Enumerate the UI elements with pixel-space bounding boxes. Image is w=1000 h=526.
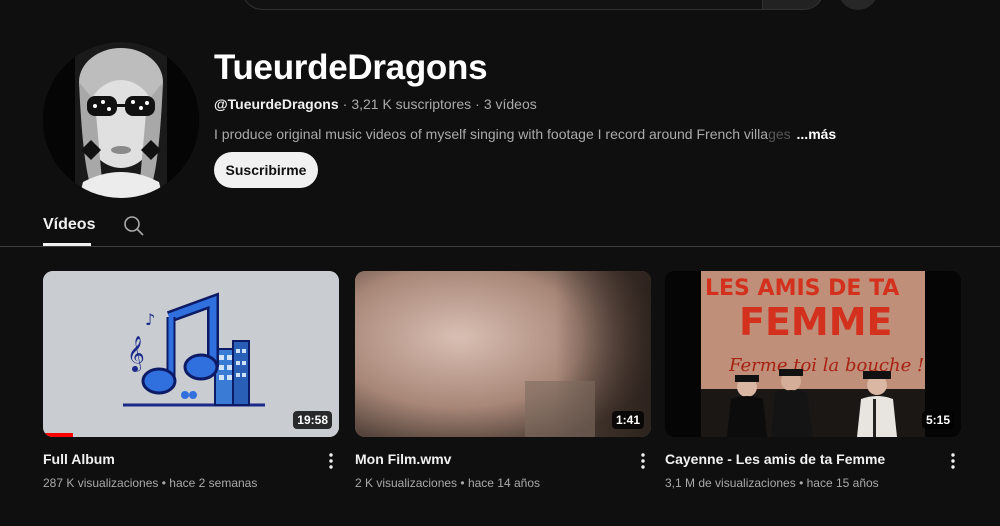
video-thumbnail[interactable]: LES AMIS DE TA FEMME Ferme toi la bouche… xyxy=(665,271,961,437)
description-fade: ges xyxy=(768,126,791,142)
meta-separator: • xyxy=(161,476,166,490)
more-vert-icon[interactable] xyxy=(635,451,651,471)
search-input[interactable] xyxy=(242,0,762,10)
video-card[interactable]: 1:41 Mon Film.wmv 2 K visualizaciones • … xyxy=(355,271,651,490)
band-photo-thumbnail: LES AMIS DE TA FEMME Ferme toi la bouche… xyxy=(665,271,961,437)
video-title[interactable]: Mon Film.wmv xyxy=(355,451,451,467)
video-card[interactable]: LES AMIS DE TA FEMME Ferme toi la bouche… xyxy=(665,271,961,490)
channel-meta: @TueurdeDragons · 3,21 K suscriptores · 3 ví… xyxy=(214,96,537,112)
thumb-text-script: Ferme toi la bouche ! xyxy=(728,355,924,376)
video-title[interactable]: Full Album xyxy=(43,451,115,467)
voice-search-button[interactable] xyxy=(838,0,878,10)
view-count: 287 K visualizaciones xyxy=(43,476,159,490)
video-duration: 1:41 xyxy=(611,411,644,429)
search-button[interactable] xyxy=(762,0,824,10)
upload-age: hace 15 años xyxy=(806,476,879,490)
blurry-footage-thumbnail xyxy=(355,271,651,437)
view-count: 2 K visualizaciones xyxy=(355,476,458,490)
thumb-text-mid: FEMME xyxy=(739,300,893,344)
watch-progress-bar xyxy=(43,433,73,437)
upload-age: hace 2 semanas xyxy=(169,476,258,490)
meta-separator: • xyxy=(460,476,465,490)
video-title[interactable]: Cayenne - Les amis de ta Femme xyxy=(665,451,885,467)
meta-separator: · xyxy=(342,96,348,112)
channel-handle: @TueurdeDragons xyxy=(214,96,339,112)
meta-separator: · xyxy=(475,96,480,112)
description-text: I produce original music videos of mysel… xyxy=(214,126,769,142)
video-thumbnail[interactable]: 𝄞 ♪ 19:58 xyxy=(43,271,339,437)
video-duration: 19:58 xyxy=(293,411,332,429)
more-vert-icon[interactable] xyxy=(323,451,339,471)
channel-description[interactable]: I produce original music videos of mysel… xyxy=(214,126,836,142)
meta-separator: • xyxy=(799,476,804,490)
search-icon[interactable] xyxy=(122,214,146,238)
video-meta: 3,1 M de visualizaciones • hace 15 años xyxy=(665,476,879,490)
more-vert-icon[interactable] xyxy=(945,451,961,471)
video-count: 3 vídeos xyxy=(483,96,537,112)
upload-age: hace 14 años xyxy=(467,476,541,490)
avatar-image xyxy=(43,42,199,198)
thumb-text-top: LES AMIS DE TA xyxy=(705,276,899,301)
tab-videos[interactable]: Vídeos xyxy=(43,216,95,234)
view-count: 3,1 M de visualizaciones xyxy=(665,476,796,490)
more-link[interactable]: ...más xyxy=(797,126,837,142)
video-duration: 5:15 xyxy=(921,411,954,429)
subscribe-button[interactable]: Suscribirme xyxy=(214,152,318,188)
subscriber-count: 3,21 K suscriptores xyxy=(351,96,472,112)
video-card[interactable]: 𝄞 ♪ 19:58 Full Album 287 K visualizacion… xyxy=(43,271,339,490)
video-thumbnail[interactable]: 1:41 xyxy=(355,271,651,437)
video-meta: 287 K visualizaciones • hace 2 semanas xyxy=(43,476,257,490)
tabs-divider xyxy=(0,246,1000,247)
video-meta: 2 K visualizaciones • hace 14 años xyxy=(355,476,540,490)
channel-title: TueurdeDragons xyxy=(214,48,488,87)
svg-text:♪: ♪ xyxy=(145,310,155,329)
channel-avatar[interactable] xyxy=(43,42,199,198)
